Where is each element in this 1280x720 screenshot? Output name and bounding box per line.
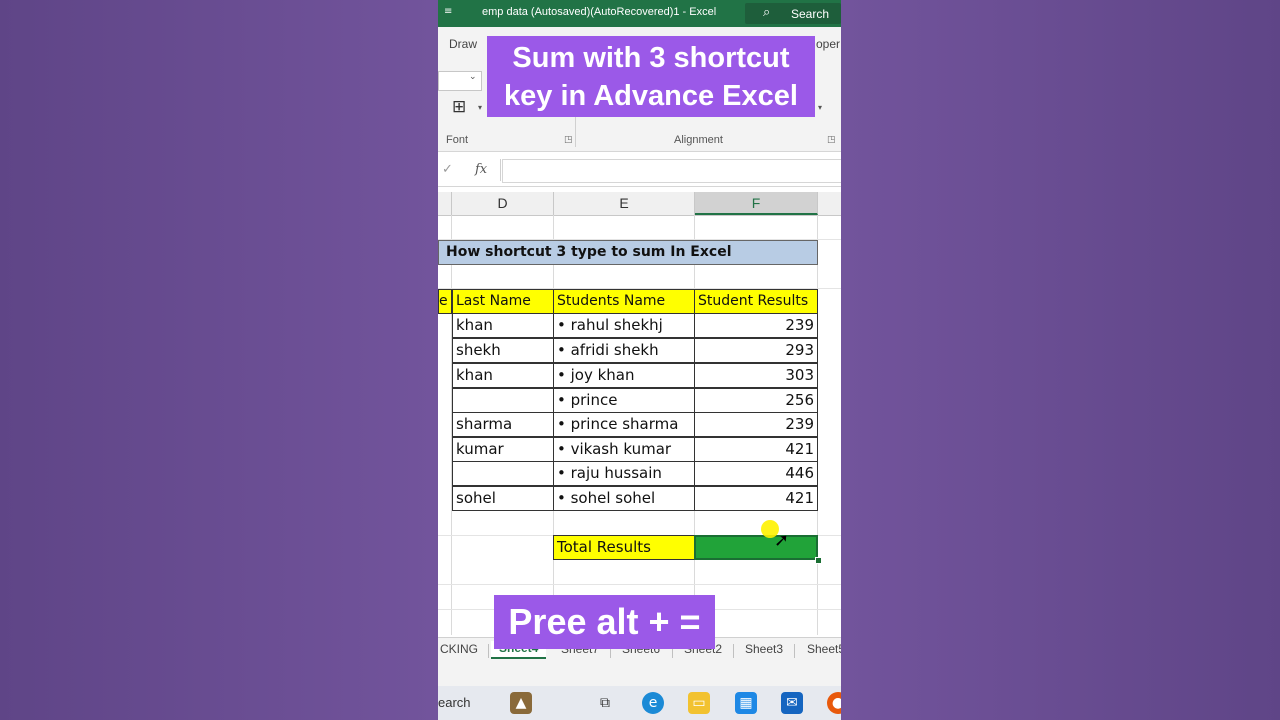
cell-last-name[interactable]: khan [452, 363, 554, 388]
group-alignment-label: Alignment [674, 134, 723, 146]
divider [794, 644, 795, 658]
cell-student-result[interactable]: 421 [694, 486, 818, 511]
sheet-title-cell[interactable]: How shortcut 3 type to sum In Excel [438, 240, 818, 265]
cell-student-name[interactable]: • vikash kumar [553, 437, 695, 462]
chevron-down-icon[interactable]: ▾ [818, 103, 822, 112]
cell-last-name[interactable]: sohel [452, 486, 554, 511]
edge-browser-icon[interactable]: e [642, 692, 664, 714]
cell-student-name[interactable]: • sohel sohel [553, 486, 695, 511]
cell-student-result[interactable]: 446 [694, 461, 818, 486]
window-title: emp data (Autosaved)(AutoRecovered)1 - E… [482, 6, 717, 18]
file-explorer-icon[interactable]: ▭ [688, 692, 710, 714]
formula-bar: ✓ fx [438, 156, 841, 187]
group-font-label: Font [446, 134, 469, 146]
cell-student-result[interactable]: 421 [694, 437, 818, 462]
header-cell-partial[interactable]: e [438, 289, 452, 314]
taskbar-search[interactable]: earch [438, 695, 471, 710]
chevron-down-icon: ⌄ [469, 72, 477, 82]
header-student-results[interactable]: Student Results [694, 289, 818, 314]
cell-student-result[interactable]: 303 [694, 363, 818, 388]
tab-developer[interactable]: oper [816, 37, 840, 51]
sheet-tab[interactable]: Sheet3 [745, 642, 783, 656]
overlay-line-2: key in Advance Excel [504, 80, 798, 112]
cell-student-name[interactable]: • afridi shekh [553, 338, 695, 363]
background-left [0, 0, 438, 720]
font-size-combo[interactable]: ⌄ [438, 71, 482, 91]
title-overlay: Sum with 3 shortcut key in Advance Excel [487, 36, 815, 117]
search-box[interactable]: ⌕ Search [745, 3, 841, 24]
overlay-line-1: Sum with 3 shortcut [512, 42, 790, 74]
cell-last-name[interactable]: khan [452, 313, 554, 338]
title-bar: ≡ emp data (Autosaved)(AutoRecovered)1 -… [438, 0, 841, 27]
dialog-launcher-icon[interactable]: ◳ [564, 135, 573, 145]
search-label: Search [791, 7, 830, 21]
divider [500, 159, 501, 181]
cell-last-name[interactable]: shekh [452, 338, 554, 363]
mail-icon[interactable]: ✉ [781, 692, 803, 714]
divider [733, 644, 734, 658]
cell-student-name[interactable]: • prince sharma [553, 412, 695, 437]
search-icon: ⌕ [763, 5, 771, 20]
cell-last-name[interactable]: sharma [452, 412, 554, 437]
cell-last-name[interactable]: kumar [452, 437, 554, 462]
header-last-name[interactable]: Last Name [452, 289, 554, 314]
cell-last-name[interactable] [452, 461, 554, 486]
cell-student-name[interactable]: • raju hussain [553, 461, 695, 486]
chevron-down-icon[interactable]: ▾ [478, 103, 482, 112]
windows-taskbar: earch ▲ ⧉ e ▭ ▦ ✉ ● [438, 686, 841, 720]
total-results-cell-selected[interactable] [694, 535, 818, 560]
cell-last-name[interactable] [452, 388, 554, 413]
column-header-d[interactable]: D [452, 192, 554, 215]
fx-icon[interactable]: fx [475, 162, 487, 177]
column-headers: D E F [438, 192, 841, 216]
widgets-icon[interactable]: ▲ [510, 692, 532, 714]
borders-icon[interactable]: ⊞ [452, 97, 466, 117]
dialog-launcher-icon[interactable]: ◳ [827, 135, 836, 145]
formula-input[interactable] [502, 159, 841, 183]
mouse-pointer-icon: ➚ [774, 530, 790, 551]
sheet-tab[interactable]: Sheet5 [807, 642, 841, 656]
firefox-icon[interactable]: ● [827, 692, 841, 714]
fill-handle[interactable] [815, 557, 822, 564]
divider [488, 644, 489, 658]
column-header-e[interactable]: E [554, 192, 695, 215]
cell-student-result[interactable]: 239 [694, 313, 818, 338]
shortcut-overlay: Pree alt + = [494, 595, 715, 649]
tab-draw[interactable]: Draw [449, 37, 477, 51]
task-view-icon[interactable]: ⧉ [594, 692, 616, 714]
cell-student-result[interactable]: 256 [694, 388, 818, 413]
cell-student-name[interactable]: • rahul shekhj [553, 313, 695, 338]
cell-student-result[interactable]: 239 [694, 412, 818, 437]
column-header-c[interactable] [438, 192, 452, 215]
group-divider [575, 117, 576, 147]
store-icon[interactable]: ▦ [735, 692, 757, 714]
check-icon[interactable]: ✓ [442, 162, 453, 177]
column-header-f[interactable]: F [695, 192, 818, 215]
cell-student-name[interactable]: • joy khan [553, 363, 695, 388]
cell-student-name[interactable]: • prince [553, 388, 695, 413]
total-results-label[interactable]: Total Results [553, 535, 695, 560]
status-bar [438, 663, 841, 686]
gridline [438, 584, 841, 585]
cell-student-result[interactable]: 293 [694, 338, 818, 363]
sheet-tab[interactable]: CKING [440, 642, 478, 656]
quick-access-icon[interactable]: ≡ [444, 6, 452, 17]
header-students-name[interactable]: Students Name [553, 289, 695, 314]
background-right [841, 0, 1280, 720]
